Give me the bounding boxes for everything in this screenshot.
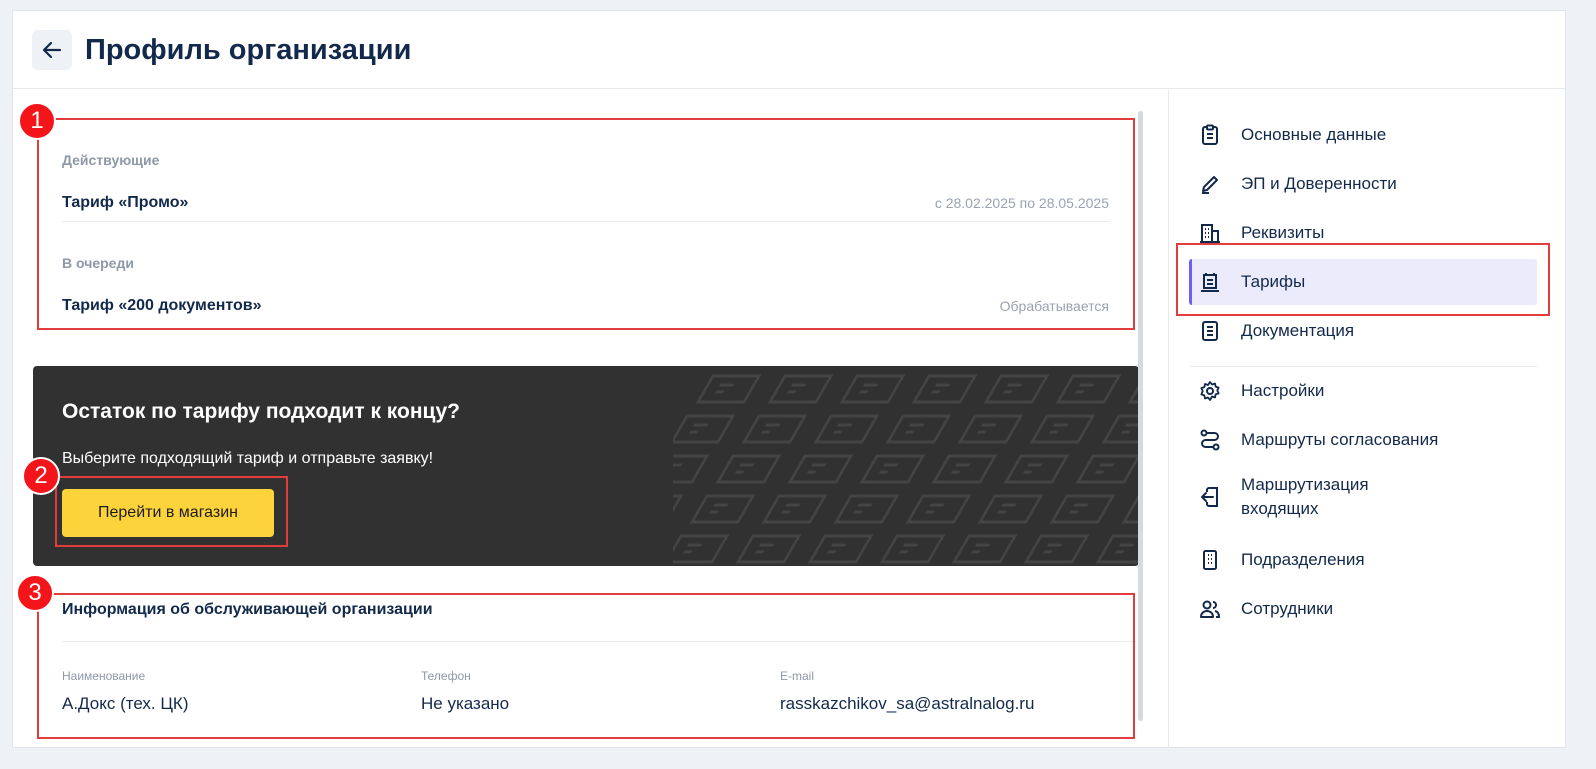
sidebar-item-label: Сотрудники [1241, 599, 1334, 618]
tariff-icon [1199, 271, 1221, 293]
sidebar-item-settings[interactable]: Настройки [1189, 368, 1537, 414]
sidebar-item-label: ЭП и Доверенности [1241, 174, 1397, 193]
active-tariffs-label: Действующие [62, 152, 160, 168]
sidebar-item-label: Маршруты согласования [1241, 430, 1439, 449]
sidebar-item-main-data[interactable]: Основные данные [1189, 112, 1537, 158]
sidebar-item-signatures[interactable]: ЭП и Доверенности [1189, 161, 1537, 207]
sidebar-item-label: Тарифы [1241, 272, 1306, 291]
sidebar-item-label: Документация [1241, 321, 1355, 340]
sidebar-item-label: Маршрутизация входящих [1241, 475, 1369, 518]
banner-pattern [673, 374, 1139, 564]
sidebar-item-label: Реквизиты [1241, 223, 1325, 242]
pen-icon [1199, 173, 1221, 195]
annotation-marker-3: 3 [16, 574, 54, 612]
clipboard-icon [1199, 124, 1221, 146]
page-header: Профиль организации [13, 11, 1565, 89]
queued-tariff-status: Обрабатывается [999, 298, 1109, 314]
document-icon [1199, 320, 1221, 342]
back-button[interactable] [32, 30, 72, 70]
gear-icon [1199, 380, 1221, 402]
annotation-marker-1: 1 [18, 102, 56, 140]
sidebar-item-departments[interactable]: Подразделения [1189, 537, 1537, 583]
service-org-divider [62, 641, 1136, 642]
queued-tariffs-label: В очереди [62, 255, 134, 271]
org-phone-label: Телефон [421, 669, 471, 683]
org-email-label: E-mail [780, 669, 815, 683]
sidebar-item-label: Настройки [1241, 381, 1325, 400]
sidebar-item-approval-routes[interactable]: Маршруты согласования [1189, 417, 1537, 463]
promo-title: Остаток по тарифу подходит к концу? [62, 400, 460, 423]
active-tariff-name[interactable]: Тариф «Промо» [62, 194, 188, 212]
sidebar-item-tariffs[interactable]: Тарифы [1189, 259, 1537, 305]
content-scrollbar[interactable] [1138, 111, 1143, 721]
sidebar-item-requisites[interactable]: Реквизиты [1189, 210, 1537, 256]
page-title: Профиль организации [85, 34, 412, 66]
promo-text: Выберите подходящий тариф и отправьте за… [62, 450, 434, 467]
org-email-value[interactable]: rasskazchikov_sa@astralnalog.ru [780, 694, 1034, 714]
sidebar-item-label: Подразделения [1241, 550, 1365, 569]
org-phone-value: Не указано [421, 694, 510, 713]
org-name-value: А.Докс (тех. ЦК) [62, 694, 189, 713]
sidebar-item-label: Основные данные [1241, 125, 1387, 144]
arrow-left-icon [42, 41, 62, 59]
org-name-label: Наименование [62, 669, 146, 683]
go-to-shop-button[interactable]: Перейти в магазин [62, 489, 274, 537]
sidebar-item-documentation[interactable]: Документация [1189, 308, 1537, 354]
office-icon [1199, 549, 1221, 571]
service-org-title: Информация об обслуживающей организации [62, 601, 433, 618]
route-icon [1199, 429, 1221, 451]
sidebar-nav: Основные данные ЭП и Доверенности Реквиз… [1168, 90, 1565, 748]
users-icon [1199, 598, 1221, 620]
promo-banner: Остаток по тарифу подходит к концу? Выбе… [33, 366, 1139, 566]
tariff-divider [62, 221, 1109, 222]
building-icon [1199, 222, 1221, 244]
queued-tariff-name[interactable]: Тариф «200 документов» [62, 297, 262, 315]
sidebar-divider [1189, 366, 1537, 367]
profile-card: Профиль организации Действующие Тариф «П… [12, 10, 1566, 748]
sidebar-item-incoming-routing[interactable]: Маршрутизация входящих [1189, 466, 1537, 528]
incoming-icon [1199, 486, 1221, 508]
annotation-marker-2: 2 [22, 457, 60, 495]
sidebar-item-employees[interactable]: Сотрудники [1189, 586, 1537, 632]
active-tariff-period: с 28.02.2025 по 28.05.2025 [934, 195, 1109, 211]
